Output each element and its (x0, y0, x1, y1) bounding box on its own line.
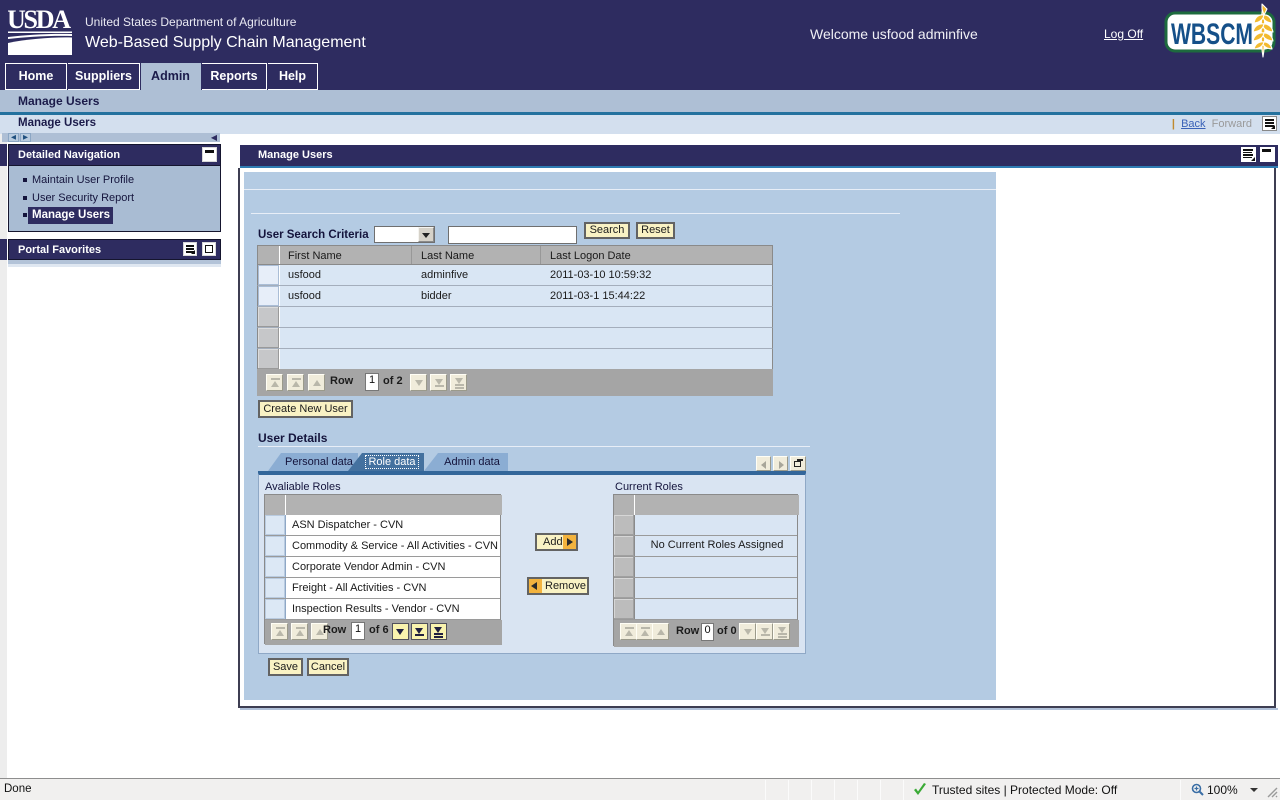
svg-text:WBSCM: WBSCM (1171, 18, 1253, 51)
svg-text:USDA: USDA (8, 8, 71, 34)
